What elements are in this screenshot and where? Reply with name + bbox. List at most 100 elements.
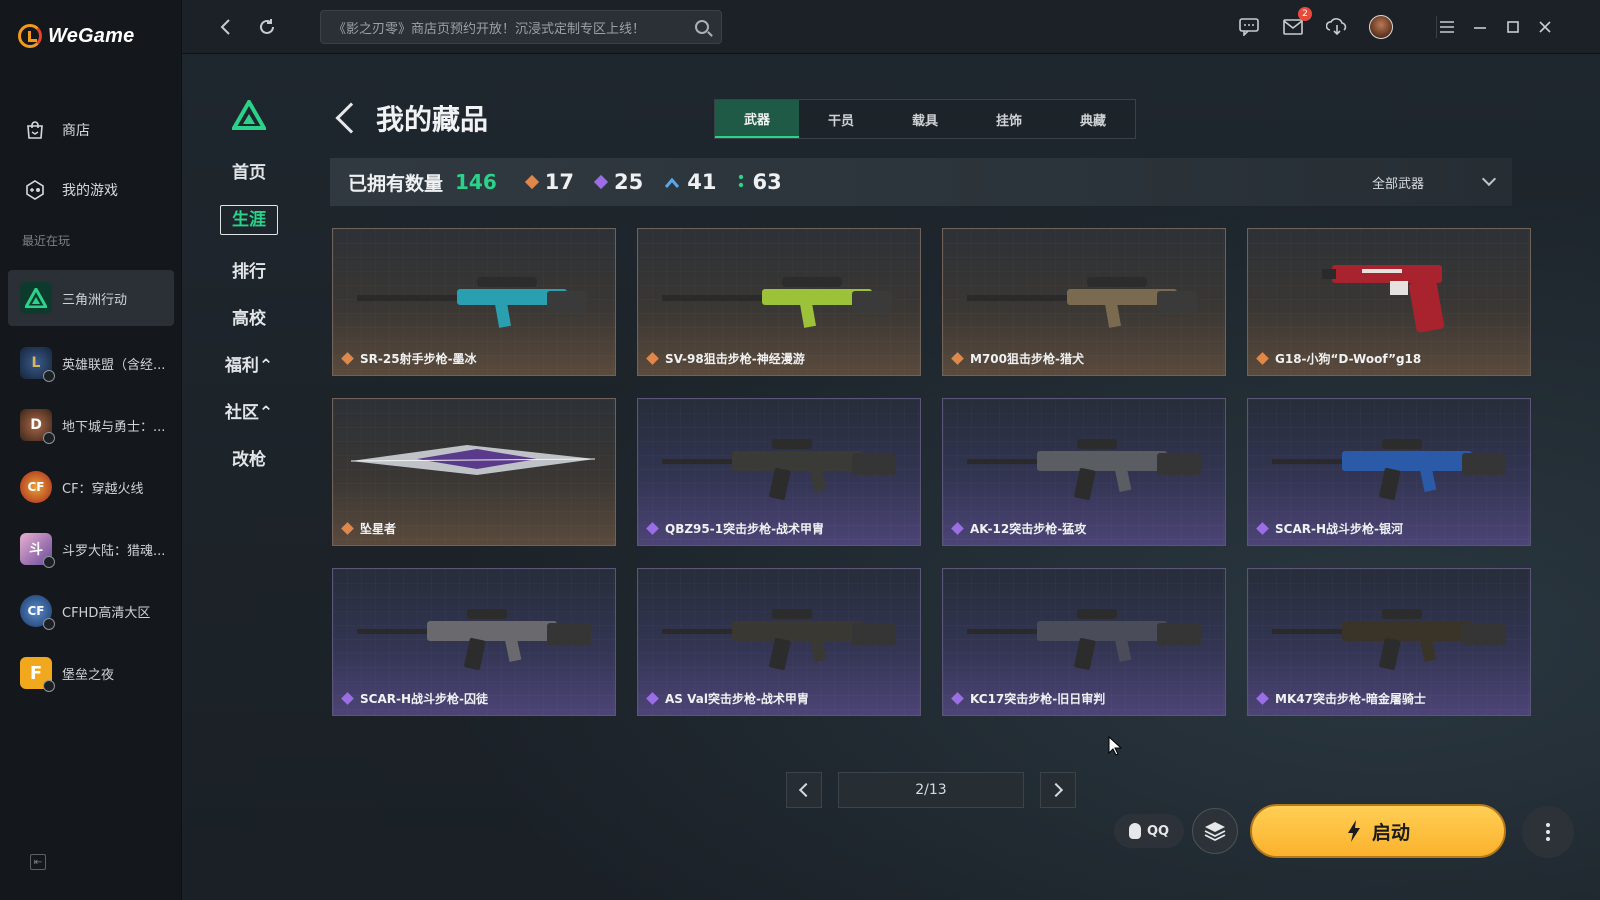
- card-label: AS Val突击步枪-战术甲胄: [646, 690, 809, 707]
- page-indicator[interactable]: 2/13: [838, 772, 1024, 808]
- sidebar-item-label: 商店: [62, 123, 90, 139]
- menu-icon[interactable]: [1434, 14, 1460, 40]
- close-icon[interactable]: [1532, 14, 1558, 40]
- collection-card[interactable]: SCAR-H战斗步枪-银河: [1247, 398, 1531, 546]
- delta-force-logo-icon[interactable]: [230, 97, 268, 130]
- rarity-diamond-icon: [1256, 692, 1269, 705]
- collection-tabs: 武器 干员 载具 挂饰 典藏: [714, 99, 1136, 139]
- card-label: SCAR-H战斗步枪-囚徒: [341, 690, 488, 707]
- more-vertical-icon: [1546, 823, 1550, 841]
- recent-game-fortnite[interactable]: F 堡垒之夜: [8, 642, 174, 704]
- weapon-filter-dropdown[interactable]: 全部武器: [1371, 158, 1497, 206]
- rarity-diamond-icon: [646, 692, 659, 705]
- assault-rifle-image-icon: [967, 439, 1201, 500]
- recent-game-label: 英雄联盟（含经...: [62, 357, 166, 373]
- page-title: 我的藏品: [376, 103, 489, 136]
- search-icon[interactable]: [695, 20, 709, 34]
- recent-game-cf[interactable]: CF CF：穿越火线: [8, 456, 174, 518]
- game-layers-button[interactable]: [1192, 808, 1238, 854]
- collection-card[interactable]: SR-25射手步枪-墨冰: [332, 228, 616, 376]
- card-name: SCAR-H战斗步枪-银河: [1275, 522, 1403, 536]
- chat-icon[interactable]: [1236, 14, 1262, 40]
- tab-charms[interactable]: 挂饰: [967, 100, 1051, 138]
- assault-rifle-image-icon: [1272, 609, 1506, 670]
- collection-card[interactable]: AS Val突击步枪-战术甲胄: [637, 568, 921, 716]
- assault-rifle-image-icon: [662, 439, 896, 500]
- game-nav-college[interactable]: 高校: [218, 304, 280, 329]
- collection-card[interactable]: QBZ95-1突击步枪-战术甲胄: [637, 398, 921, 546]
- page-header: 我的藏品: [334, 98, 488, 138]
- back-chevron-icon[interactable]: [335, 102, 367, 134]
- tab-collection[interactable]: 典藏: [1051, 100, 1135, 138]
- collection-card[interactable]: AK-12突击步枪-猛攻: [942, 398, 1226, 546]
- recent-game-label: 斗罗大陆：猎魂...: [62, 543, 166, 559]
- qq-login-button[interactable]: QQ: [1114, 814, 1184, 848]
- download-badge-icon: [43, 618, 55, 630]
- recent-games-list: 三角洲行动 L 英雄联盟（含经... D 地下城与勇士：... CF CF：穿越…: [8, 270, 174, 704]
- download-badge-icon: [43, 680, 55, 692]
- dnf-game-icon: D: [20, 409, 55, 444]
- rarity-diamond-icon: [646, 352, 659, 365]
- sidebar-item-store[interactable]: 商店: [0, 100, 182, 160]
- card-label: SCAR-H战斗步枪-银河: [1256, 520, 1403, 537]
- assault-rifle-image-icon: [967, 609, 1201, 670]
- collapse-sidebar-icon[interactable]: ⇤: [30, 854, 46, 870]
- owned-label: 已拥有数量: [348, 172, 444, 195]
- collection-card[interactable]: M700狙击步枪-猎犬: [942, 228, 1226, 376]
- recent-game-lol[interactable]: L 英雄联盟（含经...: [8, 332, 174, 394]
- game-nav-gunsmith[interactable]: 改枪: [218, 445, 280, 470]
- recent-game-cfhd[interactable]: CF CFHD高清大区: [8, 580, 174, 642]
- maximize-icon[interactable]: [1500, 14, 1526, 40]
- game-nav-ranking[interactable]: 排行: [218, 257, 280, 282]
- collection-card[interactable]: G18-小狗“D-Woof”g18: [1247, 228, 1531, 376]
- next-page-button[interactable]: [1040, 772, 1076, 808]
- sidebar-item-my-games[interactable]: 我的游戏: [0, 160, 182, 220]
- game-nav-welfare[interactable]: 福利⌃: [218, 351, 280, 376]
- collection-card[interactable]: SCAR-H战斗步枪-囚徒: [332, 568, 616, 716]
- tier-stat-gold: 17: [524, 170, 574, 194]
- collection-card[interactable]: MK47突击步枪-暗金屠骑士: [1247, 568, 1531, 716]
- tab-weapons[interactable]: 武器: [715, 100, 799, 138]
- tier-count: 17: [544, 170, 574, 194]
- download-icon[interactable]: [1324, 14, 1350, 40]
- douluo-game-icon: 斗: [20, 533, 55, 568]
- game-nav-community[interactable]: 社区⌃: [218, 398, 280, 423]
- prev-page-button[interactable]: [786, 772, 822, 808]
- user-avatar[interactable]: [1368, 14, 1394, 40]
- qq-icon: [1128, 823, 1141, 839]
- stats-bar: 已拥有数量 146 17 25 41 63 全部武器: [330, 158, 1512, 206]
- game-nav-career[interactable]: 生涯: [220, 205, 278, 235]
- card-label: 坠星者: [341, 520, 396, 537]
- collection-card[interactable]: 坠星者: [332, 398, 616, 546]
- mail-icon[interactable]: 2: [1280, 7, 1312, 40]
- recent-game-delta-force[interactable]: 三角洲行动: [8, 270, 174, 326]
- wegame-logo-icon: [18, 24, 42, 48]
- refresh-icon[interactable]: [254, 14, 280, 40]
- tab-vehicles[interactable]: 载具: [883, 100, 967, 138]
- tier-count: 63: [752, 170, 782, 194]
- game-nav-home[interactable]: 首页: [218, 158, 280, 183]
- minimize-icon[interactable]: [1467, 14, 1493, 40]
- recent-game-douluo[interactable]: 斗 斗罗大陆：猎魂...: [8, 518, 174, 580]
- brand[interactable]: WeGame: [18, 24, 134, 48]
- assault-rifle-image-icon: [662, 609, 896, 670]
- card-label: SR-25射手步枪-墨冰: [341, 350, 477, 367]
- card-label: M700狙击步枪-猎犬: [951, 350, 1084, 367]
- filter-label: 全部武器: [1371, 176, 1424, 192]
- launch-button[interactable]: 启动: [1250, 804, 1506, 858]
- card-label: KC17突击步枪-旧日审判: [951, 690, 1105, 707]
- cfhd-game-icon: CF: [20, 595, 55, 630]
- more-options-button[interactable]: [1522, 806, 1574, 858]
- recent-game-dnf[interactable]: D 地下城与勇士：...: [8, 394, 174, 456]
- collection-card[interactable]: KC17突击步枪-旧日审判: [942, 568, 1226, 716]
- search-input[interactable]: 《影之刃零》商店页预约开放！沉浸式定制专区上线！: [320, 10, 722, 44]
- tab-operators[interactable]: 干员: [799, 100, 883, 138]
- gold-diamond-icon: [524, 174, 539, 190]
- collection-card[interactable]: SV-98狙击步枪-神经漫游: [637, 228, 921, 376]
- app-sidebar: WeGame 商店 我的游戏 最近在玩 三角洲行动 L 英雄联盟（含经... D…: [0, 0, 182, 900]
- mouse-cursor-icon: [1108, 736, 1122, 756]
- card-name: AK-12突击步枪-猛攻: [970, 522, 1087, 536]
- rarity-diamond-icon: [951, 522, 964, 535]
- back-nav-icon[interactable]: [212, 14, 238, 40]
- card-label: QBZ95-1突击步枪-战术甲胄: [646, 520, 824, 537]
